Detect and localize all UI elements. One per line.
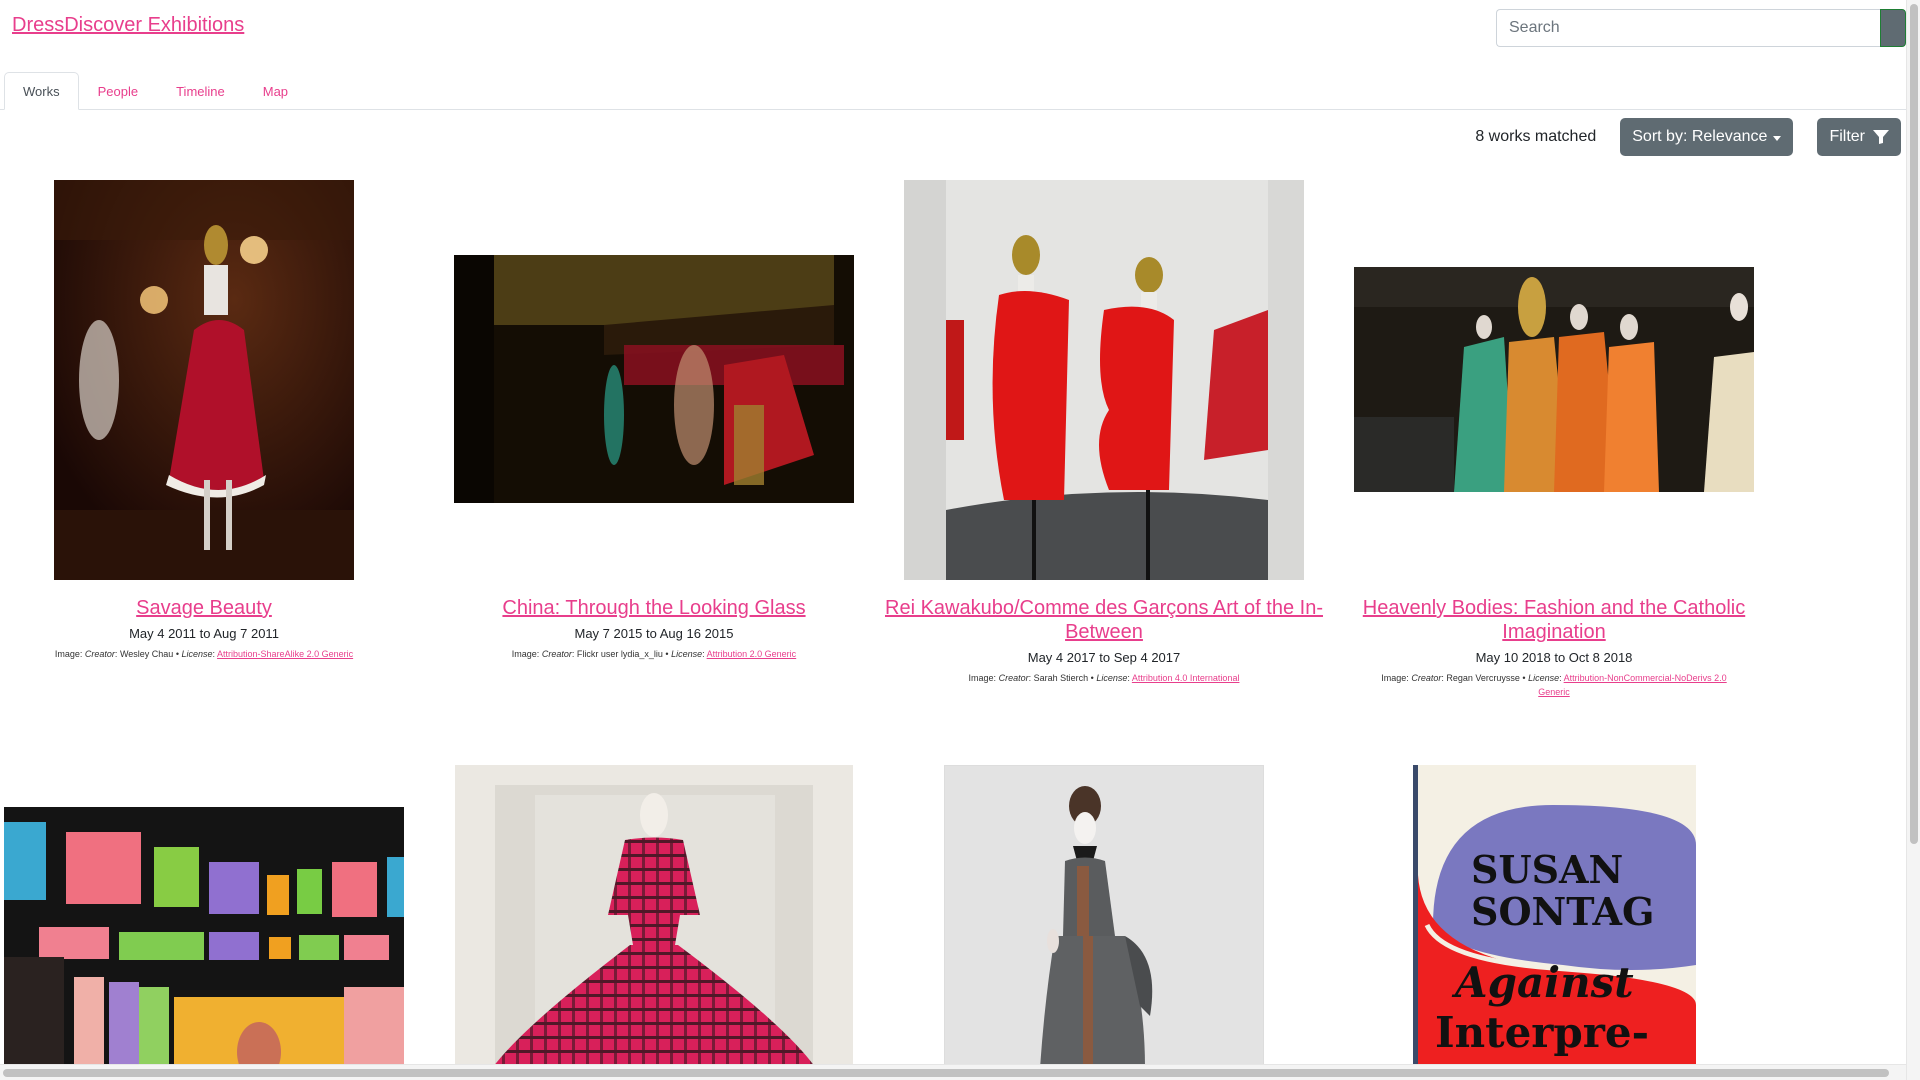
horizontal-scrollbar-thumb[interactable] <box>3 1069 1889 1077</box>
filter-button[interactable]: Filter <box>1817 118 1901 156</box>
work-title-link[interactable]: Savage Beauty <box>0 596 408 620</box>
work-image-5[interactable] <box>4 807 404 1067</box>
credit-image-label: Image: <box>54 649 83 659</box>
china-looking-glass-photo <box>454 255 854 503</box>
credit-license-label: License <box>1096 673 1128 683</box>
license-link[interactable]: Attribution 2.0 Generic <box>707 649 797 659</box>
credit-creator-label: Creator <box>1411 673 1442 683</box>
work-image-6[interactable] <box>455 765 853 1067</box>
plaid-ball-gown-photo <box>455 765 853 1067</box>
search-form <box>1496 9 1906 47</box>
cover-author-line1: SUSAN <box>1471 847 1623 892</box>
credit-creator-value: Flickr user lydia_x_liu <box>576 649 663 659</box>
work-title-link[interactable]: China: Through the Looking Glass <box>429 596 879 620</box>
credit-license-label: License <box>1528 673 1560 683</box>
tab-people[interactable]: People <box>79 72 157 110</box>
grey-bustle-dress-photo <box>945 766 1263 1066</box>
work-image-credit: Image: Creator: Flickr user lydia_x_liu … <box>511 649 797 659</box>
credit-creator-value: Regan Vercruysse <box>1446 673 1520 683</box>
site-title-link[interactable]: DressDiscover Exhibitions <box>12 14 244 37</box>
work-dates: May 7 2015 to Aug 16 2015 <box>574 626 734 641</box>
filter-label: Filter <box>1829 128 1865 145</box>
work-image-credit: Image: Creator: Regan Vercruysse • Licen… <box>1381 673 1727 697</box>
credit-separator: • <box>1522 673 1526 683</box>
caret-down-icon <box>1773 135 1782 141</box>
cover-title-line2: Interpre- <box>1435 1008 1649 1057</box>
work-image-7[interactable] <box>944 765 1264 1067</box>
credit-creator-value: Wesley Chau <box>119 649 174 659</box>
work-image-rei-kawakubo[interactable] <box>904 180 1304 580</box>
tab-works[interactable]: Works <box>4 72 79 110</box>
work-image-credit: Image: Creator: Sarah Stierch • License:… <box>968 673 1240 683</box>
credit-image-label: Image: <box>968 673 997 683</box>
license-link[interactable]: Attribution-ShareAlike 2.0 Generic <box>217 649 353 659</box>
credit-creator-label: Creator <box>84 649 115 659</box>
work-image-8[interactable]: SUSAN SONTAG Against Interpre- <box>1413 765 1696 1067</box>
credit-separator: • <box>1090 673 1094 683</box>
tab-map[interactable]: Map <box>244 72 307 110</box>
sort-dropdown-button[interactable]: Sort by: Relevance <box>1620 118 1794 156</box>
work-dates: May 10 2018 to Oct 8 2018 <box>1475 650 1633 665</box>
work-dates: May 4 2017 to Sep 4 2017 <box>1027 650 1181 665</box>
nav-tabs: Works People Timeline Map <box>0 72 1906 110</box>
work-image-credit: Image: Creator: Wesley Chau • License: A… <box>54 649 354 659</box>
search-input[interactable] <box>1496 9 1880 47</box>
credit-creator-label: Creator <box>998 673 1029 683</box>
work-image-china-looking-glass[interactable] <box>454 255 854 503</box>
work-dates: May 4 2011 to Aug 7 2011 <box>129 626 279 641</box>
work-image-savage-beauty[interactable] <box>54 180 354 580</box>
credit-creator-label: Creator <box>541 649 572 659</box>
credit-separator: • <box>175 649 179 659</box>
savage-beauty-photo <box>54 180 354 580</box>
funnel-icon <box>1873 130 1889 144</box>
license-link[interactable]: Attribution 4.0 International <box>1132 673 1240 683</box>
heavenly-bodies-photo <box>1354 267 1754 492</box>
match-count: 8 works matched <box>1475 128 1597 145</box>
sort-label: Sort by: Relevance <box>1632 128 1768 145</box>
search-button[interactable] <box>1880 9 1906 47</box>
cover-author-line2: SONTAG <box>1471 889 1654 934</box>
colored-boxes-gallery-photo <box>4 807 404 1067</box>
credit-image-label: Image: <box>1381 673 1409 683</box>
credit-creator-value: Sarah Stierch <box>1033 673 1089 683</box>
work-image-heavenly-bodies[interactable] <box>1354 267 1754 492</box>
credit-separator: • <box>665 649 669 659</box>
vertical-scrollbar[interactable] <box>1906 0 1920 1080</box>
cover-title-line1: Against <box>1451 958 1634 1007</box>
work-title-link[interactable]: Rei Kawakubo/Comme des Garçons Art of th… <box>879 596 1329 644</box>
credit-license-label: License <box>671 649 703 659</box>
credit-license-label: License <box>181 649 213 659</box>
rei-kawakubo-photo <box>904 180 1304 580</box>
license-link[interactable]: Attribution-NonCommercial-NoDerivs 2.0 G… <box>1538 673 1726 697</box>
results-toolbar: 8 works matched Sort by: Relevance Filte… <box>1475 118 1901 156</box>
credit-image-label: Image: <box>511 649 540 659</box>
vertical-scrollbar-thumb[interactable] <box>1910 4 1918 844</box>
horizontal-scrollbar[interactable] <box>0 1064 1906 1080</box>
against-interpretation-cover: SUSAN SONTAG Against Interpre- <box>1413 765 1696 1067</box>
tab-timeline[interactable]: Timeline <box>157 72 244 110</box>
work-title-link[interactable]: Heavenly Bodies: Fashion and the Catholi… <box>1329 596 1779 644</box>
